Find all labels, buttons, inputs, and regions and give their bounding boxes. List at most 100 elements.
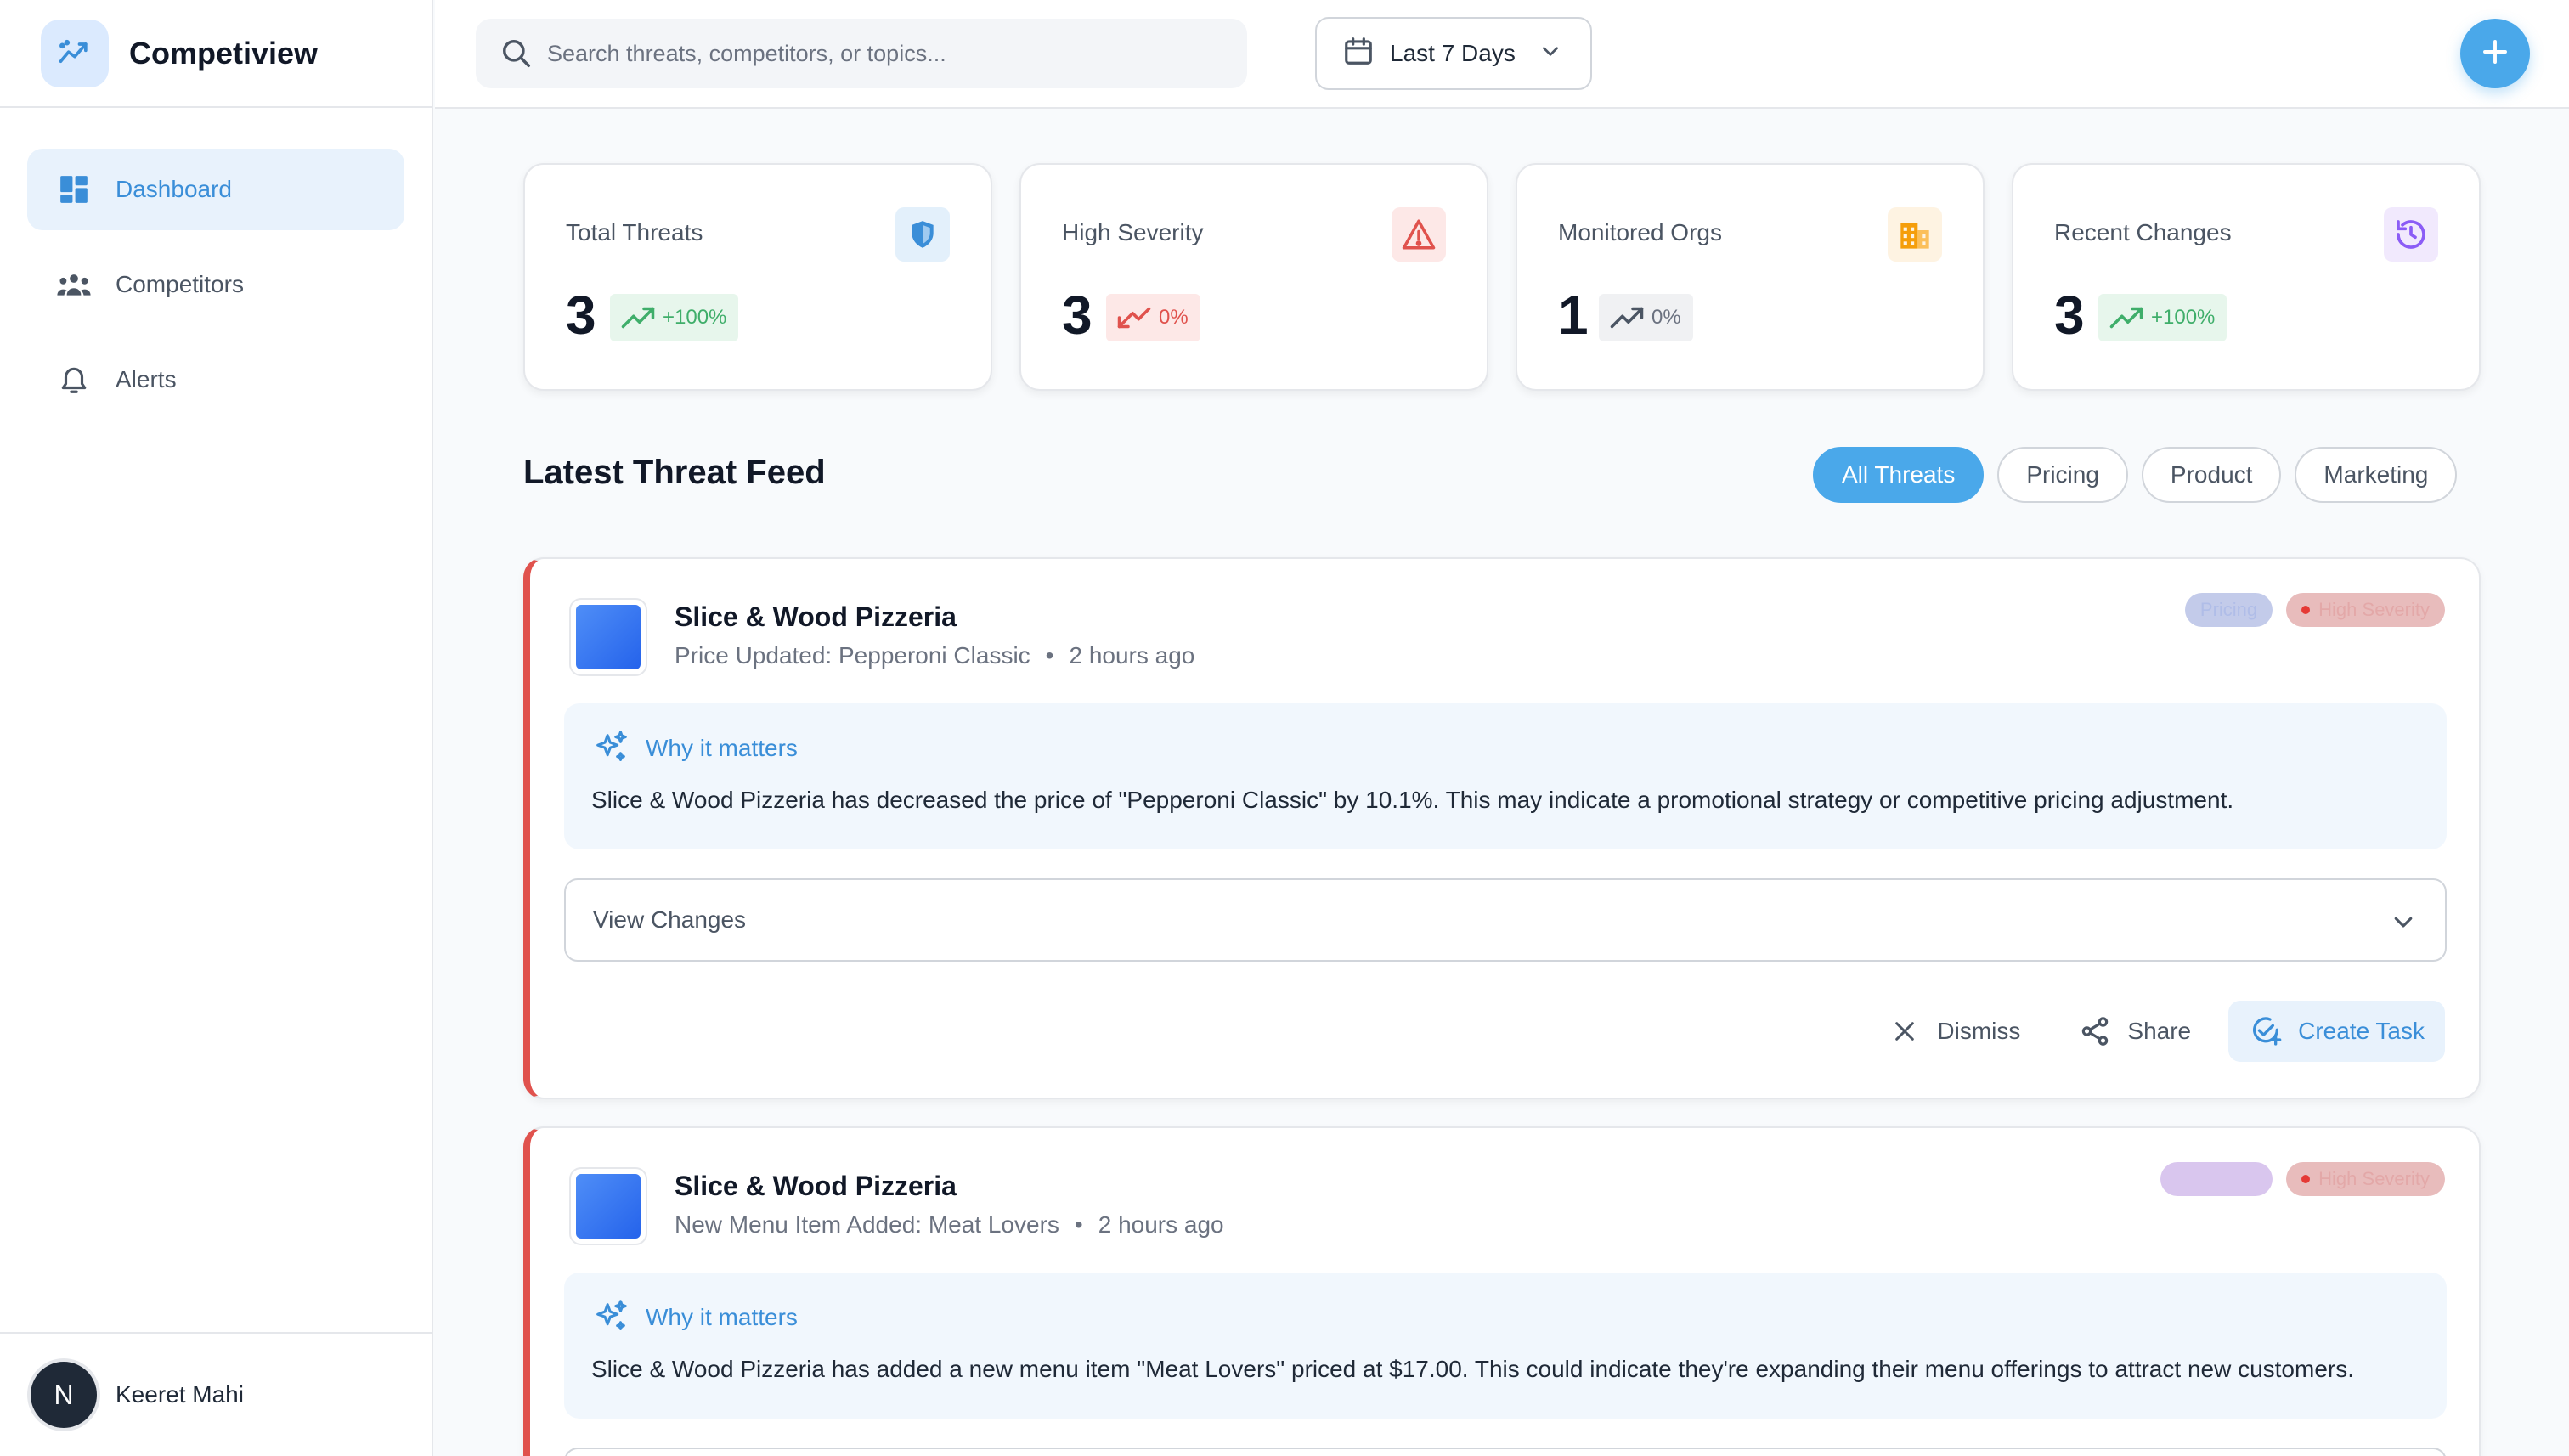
severity-badge: High Severity [2286,1162,2445,1196]
competitor-name: Slice & Wood Pizzeria [675,1171,957,1201]
stat-change-badge: +100% [610,294,739,341]
history-icon [2384,207,2438,262]
threat-event: Price Updated: Pepperoni Classic [675,642,1030,669]
topbar: Last 7 Days [435,0,2569,109]
plus-icon [2480,37,2510,71]
view-changes-toggle[interactable] [564,1448,2447,1456]
dismiss-button[interactable]: Dismiss [1867,1001,2041,1062]
bell-icon [56,362,92,398]
trend-down-icon [1117,307,1151,329]
stat-card-high-severity[interactable]: High Severity 3 0% [1019,163,1488,391]
stat-value: 3 [1062,285,1093,346]
dismiss-label: Dismiss [1937,1018,2021,1044]
brand[interactable]: Competiview [0,0,432,108]
why-label: Why it matters [646,1304,798,1330]
filter-product[interactable]: Product [2141,447,2282,503]
calendar-icon [1342,35,1375,73]
stat-label: Monitored Orgs [1558,219,1722,245]
share-label: Share [2127,1018,2192,1044]
create-task-label: Create Task [2298,1018,2425,1044]
stat-change-badge: 0% [1106,294,1200,341]
feed-title: Latest Threat Feed [523,454,826,491]
stat-card-total-threats[interactable]: Total Threats 3 +100% [523,163,992,391]
trend-up-icon [621,307,655,329]
filter-all-threats[interactable]: All Threats [1813,447,1985,503]
sidebar-item-label: Dashboard [116,176,232,202]
stat-value: 1 [1558,285,1589,346]
sparkles-icon [596,731,627,761]
severity-badge: High Severity [2286,593,2445,627]
card-actions: Dismiss Share Create Task [1850,1001,2445,1062]
sidebar-item-label: Alerts [116,366,177,392]
user-name: Keeret Mahi [116,1381,244,1408]
why-label: Why it matters [646,735,798,761]
add-button[interactable] [2460,19,2530,88]
date-filter: Last 7 Days [1315,17,2025,90]
stat-change: +100% [663,306,727,329]
trend-up-icon [1610,307,1644,329]
threat-subtitle: Price Updated: Pepperoni Classic • 2 hours… [675,642,1195,669]
stat-label: Recent Changes [2054,219,2232,245]
view-changes-label: View Changes [593,906,747,933]
stat-label: Total Threats [566,219,703,245]
stat-value: 3 [566,285,596,346]
stat-label: High Severity [1062,219,1204,245]
sidebar: Competiview Dashboard Competitors Alerts… [0,0,433,1456]
threat-event: New Menu Item Added: Meat Lovers [675,1211,1059,1238]
filter-pricing[interactable]: Pricing [1997,447,2128,503]
threat-subtitle: New Menu Item Added: Meat Lovers • 2 hours… [675,1211,1224,1238]
sidebar-item-competitors[interactable]: Competitors [27,244,404,325]
avatar: N [31,1362,97,1428]
sidebar-item-alerts[interactable]: Alerts [27,339,404,420]
threat-time: 2 hours ago [1098,1211,1224,1238]
search-input[interactable] [547,40,1210,67]
sparkles-icon [596,1300,627,1330]
severity-label: High Severity [2318,1168,2430,1189]
threat-card[interactable]: Slice & Wood Pizzeria New Menu Item Adde… [523,1126,2481,1456]
check-circle-plus-icon [2249,1014,2283,1048]
search-bar [476,19,1247,88]
competitor-logo [569,1167,647,1245]
app-name: Competiview [129,35,319,71]
stats-row: Total Threats 3 +100% High Severity 3 0%… [523,163,2481,391]
threat-tags: High Severity [2147,1162,2445,1196]
sidebar-nav: Dashboard Competitors Alerts [0,108,432,420]
threat-card[interactable]: Slice & Wood Pizzeria Price Updated: Pep… [523,557,2481,1099]
stat-change: 0% [1652,306,1681,329]
competitor-name: Slice & Wood Pizzeria [675,601,957,632]
threat-tags: Pricing High Severity [2171,593,2445,627]
view-changes-toggle[interactable]: View Changes [564,878,2447,962]
category-badge: Pricing [2184,593,2273,627]
why-it-matters-panel: Why it matters Slice & Wood Pizzeria has… [564,1273,2447,1419]
trend-line-icon [41,19,109,87]
filter-marketing[interactable]: Marketing [2295,447,2458,503]
sidebar-item-dashboard[interactable]: Dashboard [27,149,404,230]
why-text: Slice & Wood Pizzeria has decreased the … [591,787,2234,813]
trend-up-icon [2109,307,2143,329]
why-text: Slice & Wood Pizzeria has added a new me… [591,1356,2355,1382]
category-badge [2160,1162,2273,1196]
stat-card-recent-changes[interactable]: Recent Changes 3 +100% [2012,163,2481,391]
close-icon [1888,1014,1922,1048]
competitor-logo [569,598,647,676]
why-header: Why it matters [591,1298,798,1337]
users-group-icon [56,267,92,302]
threat-time: 2 hours ago [1069,642,1195,669]
search-icon [500,37,534,71]
stat-change-badge: 0% [1599,294,1693,341]
shield-icon [895,207,950,262]
share-button[interactable]: Share [2058,1001,2211,1062]
stat-change: +100% [2151,306,2216,329]
date-range-select[interactable]: Last 7 Days [1315,17,1592,90]
create-task-button[interactable]: Create Task [2228,1001,2445,1062]
severity-label: High Severity [2318,599,2430,620]
building-icon [1888,207,1942,262]
stat-card-monitored-orgs[interactable]: Monitored Orgs 1 0% [1516,163,1985,391]
stat-change-badge: +100% [2098,294,2227,341]
why-header: Why it matters [591,729,798,768]
feed-filters: All Threats Pricing Product Marketing [1813,447,2470,503]
share-icon [2078,1014,2112,1048]
date-range-label: Last 7 Days [1390,40,1516,66]
stat-value: 3 [2054,285,2085,346]
user-profile[interactable]: N Keeret Mahi [0,1332,432,1456]
